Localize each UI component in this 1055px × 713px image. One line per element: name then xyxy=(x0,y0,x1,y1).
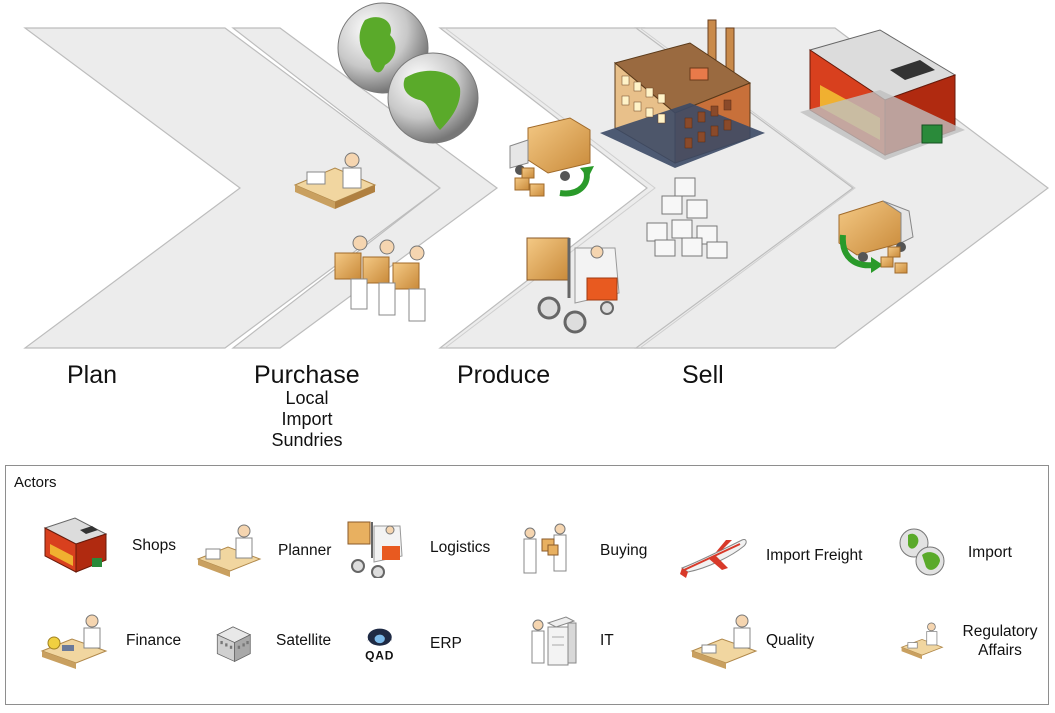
purchase-sublabel-sundries: Sundries xyxy=(271,430,343,450)
actor-planner: Planner xyxy=(196,521,331,581)
actors-title: Actors xyxy=(14,474,57,491)
actor-label-import: Import xyxy=(968,544,1012,561)
qad-logo-text: QAD xyxy=(365,648,394,662)
satellite-building-icon xyxy=(216,626,252,663)
stage-label-sell: Sell xyxy=(682,361,724,389)
globes-icon xyxy=(899,528,945,576)
airplane-icon xyxy=(680,539,747,578)
actor-label-satellite: Satellite xyxy=(276,632,332,649)
actor-label-buying: Buying xyxy=(600,542,648,559)
actor-label-finance: Finance xyxy=(126,632,182,649)
actor-label-import-freight: Import Freight xyxy=(766,547,863,564)
globe-africa-icon xyxy=(387,52,479,144)
server-icon xyxy=(531,616,577,666)
actor-import: Import xyxy=(890,523,1012,583)
actor-label-quality: Quality xyxy=(766,632,815,649)
actor-label-logistics: Logistics xyxy=(430,539,491,556)
regulatory-desk-icon xyxy=(900,622,944,660)
stage-label-plan: Plan xyxy=(67,361,118,389)
actor-finance: Finance xyxy=(40,611,181,671)
finance-desk-icon xyxy=(40,614,108,669)
planner-icon xyxy=(196,524,262,577)
actor-shops: Shops xyxy=(40,516,176,576)
buyers-icon xyxy=(523,523,567,574)
actor-erp: QAD ERP xyxy=(354,614,462,674)
actor-label-planner: Planner xyxy=(278,542,332,559)
purchase-sublabel-local: Local xyxy=(285,388,329,408)
actor-label-shops: Shops xyxy=(132,537,176,554)
forklift-icon xyxy=(347,521,403,578)
actor-quality: Quality xyxy=(690,611,814,671)
actors-legend: Actors Shops Planner Logistics Buying Im… xyxy=(5,465,1049,705)
purchase-sublabel-import: Import xyxy=(281,409,333,429)
actor-import-freight: Import Freight xyxy=(678,526,862,586)
actor-label-regulatory-affairs: Regulatory Affairs xyxy=(962,623,1038,659)
actor-logistics: Logistics xyxy=(344,518,490,578)
qad-logo-icon: QAD xyxy=(365,628,394,662)
stage-label-purchase: Purchase xyxy=(254,361,360,389)
actor-it: IT xyxy=(526,611,614,671)
delivery-truck-icon xyxy=(509,117,594,197)
stage-label-produce: Produce xyxy=(457,361,551,389)
shop-icon xyxy=(43,517,108,573)
actor-label-erp: ERP xyxy=(430,635,462,652)
actor-label-it: IT xyxy=(600,632,614,649)
actor-regulatory-affairs: Regulatory Affairs xyxy=(900,611,1045,671)
quality-desk-icon xyxy=(690,614,758,669)
actor-buying: Buying xyxy=(516,521,647,581)
actor-satellite: Satellite xyxy=(211,611,331,671)
process-flow-diagram xyxy=(23,2,1049,349)
